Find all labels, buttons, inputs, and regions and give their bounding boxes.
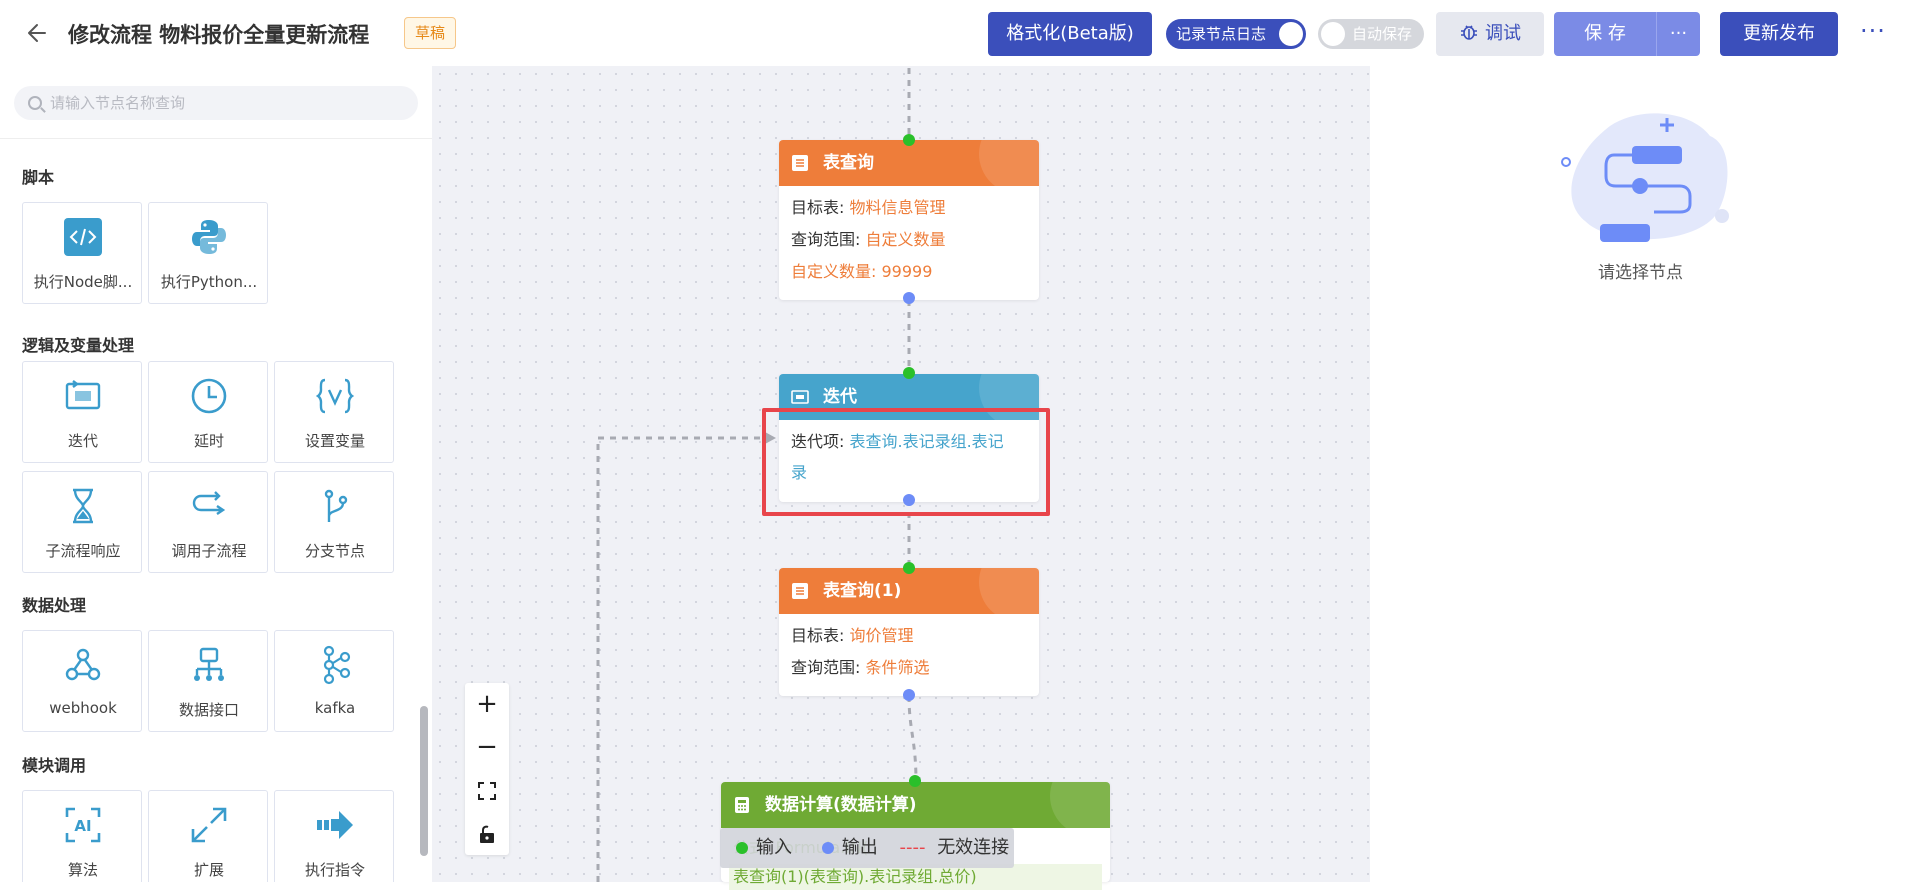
node-title: 数据计算(数据计算) [765,795,917,815]
node-row: 查询范围: 条件筛选 [791,658,930,677]
more-menu-icon[interactable]: ··· [1856,16,1890,50]
output-port[interactable] [903,494,915,506]
publish-button[interactable]: 更新发布 [1720,12,1838,56]
calculator-icon [735,797,749,813]
list-icon [792,155,808,171]
output-port[interactable] [903,292,915,304]
input-port[interactable] [903,367,915,379]
input-port[interactable] [909,775,921,787]
invalid-line-sample: ---- [899,837,926,858]
node-header: 表查询 [779,140,1039,186]
node-row: 目标表: 询价管理 [791,626,914,645]
node-header: 表查询(1) [779,568,1039,614]
node-title: 迭代 [823,387,857,407]
node-row: 查询范围: 自定义数量 [791,230,946,249]
debug-label: 调试 [1485,23,1521,44]
input-dot [736,842,748,854]
empty-selection-label: 请选择节点 [1598,263,1683,283]
legend-output: 输出 [841,837,878,858]
input-port[interactable] [903,562,915,574]
connection-legend: 输入 输出 ---- 无效连接 [720,828,1014,868]
empty-flow-illustration [1561,113,1729,242]
legend-invalid: 无效连接 [937,837,1010,858]
flow-node-table-query[interactable]: 表查询 目标表: 物料信息管理 查询范围: 自定义数量 自定义数量: 99999 [779,140,1039,300]
debug-button[interactable]: 调试 [1436,12,1544,56]
node-row: 自定义数量: 99999 [791,262,933,281]
output-dot [821,842,834,854]
zoom-controls: + − [465,683,509,855]
zoom-in-icon[interactable]: + [465,683,509,726]
header-decoration [1050,782,1110,828]
output-port[interactable] [903,689,915,701]
save-button[interactable]: 保 存 [1554,12,1656,56]
lock-icon[interactable] [465,812,509,855]
node-header: 数据计算(数据计算) [721,782,1110,828]
loop-icon [791,390,809,404]
node-title: 表查询 [823,153,874,173]
node-title: 表查询(1) [823,581,902,601]
input-port[interactable] [903,134,915,146]
bug-icon [1461,25,1477,40]
zoom-out-icon[interactable]: − [465,726,509,769]
flow-node-table-query-1[interactable]: 表查询(1) 目标表: 询价管理 查询范围: 条件筛选 [779,568,1039,696]
flow-connectors [596,68,918,882]
node-row: 目标表: 物料信息管理 [791,198,946,217]
properties-panel: 请选择节点 [1370,66,1908,882]
legend-input: 输入 [756,837,792,858]
fit-view-icon[interactable] [465,769,509,812]
header-decoration [979,140,1039,186]
header-decoration [979,568,1039,614]
save-more-button[interactable]: ··· [1656,12,1700,56]
list-icon [792,583,808,599]
